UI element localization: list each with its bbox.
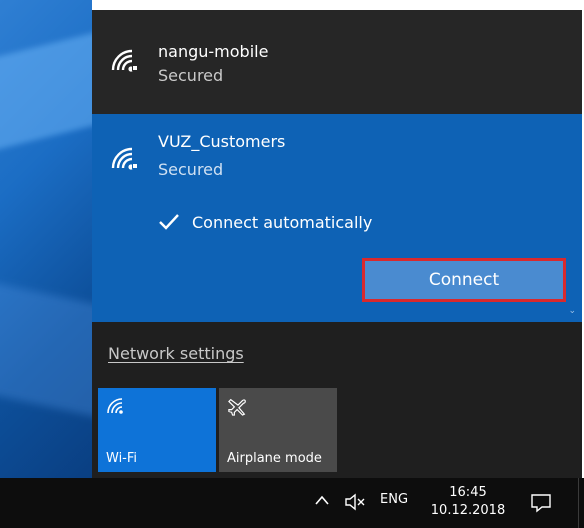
network-status: Secured xyxy=(158,160,224,179)
wifi-quick-action-tile[interactable]: Wi-Fi xyxy=(98,388,216,472)
network-name: VUZ_Customers xyxy=(158,132,286,151)
checkmark-icon xyxy=(159,214,179,230)
connect-button[interactable]: Connect xyxy=(362,258,566,302)
network-item-vuz-customers[interactable]: VUZ_Customers Secured Connect automatica… xyxy=(92,114,582,322)
scroll-down-chevron-icon[interactable]: ⌄ xyxy=(568,307,576,316)
show-desktop-divider[interactable] xyxy=(578,478,579,528)
connect-automatically-checkbox[interactable] xyxy=(158,211,180,233)
airplane-mode-quick-action-tile[interactable]: Airplane mode xyxy=(219,388,337,472)
connect-automatically-label: Connect automatically xyxy=(192,212,373,232)
clock-date: 10.12.2018 xyxy=(430,503,506,518)
action-center-icon[interactable] xyxy=(530,492,552,514)
desktop-wallpaper xyxy=(0,0,92,478)
network-item-nangu-mobile[interactable]: nangu-mobile Secured xyxy=(92,10,582,114)
input-language-indicator[interactable]: ENG xyxy=(380,492,408,507)
network-status: Secured xyxy=(158,66,224,85)
wifi-tile-label: Wi-Fi xyxy=(106,451,138,466)
taskbar-clock[interactable]: 16:45 10.12.2018 xyxy=(428,484,508,520)
network-name: nangu-mobile xyxy=(158,42,269,61)
network-flyout: nangu-mobile Secured VUZ_Customers Secur… xyxy=(92,10,582,478)
airplane-icon xyxy=(228,398,246,416)
chevron-up-icon[interactable] xyxy=(314,494,330,506)
network-settings-link[interactable]: Network settings xyxy=(108,344,244,363)
wallpaper-light-beam xyxy=(0,278,92,432)
airplane-tile-label: Airplane mode xyxy=(227,451,322,466)
connect-automatically-row: Connect automatically xyxy=(158,210,372,234)
wifi-secured-icon xyxy=(111,147,138,170)
wifi-icon xyxy=(107,398,123,414)
wallpaper-light-beam xyxy=(0,14,92,156)
volume-muted-icon[interactable] xyxy=(344,492,368,512)
wifi-secured-icon xyxy=(111,49,138,72)
taskbar: ENG 16:45 10.12.2018 xyxy=(0,478,584,528)
clock-time: 16:45 xyxy=(449,485,487,500)
